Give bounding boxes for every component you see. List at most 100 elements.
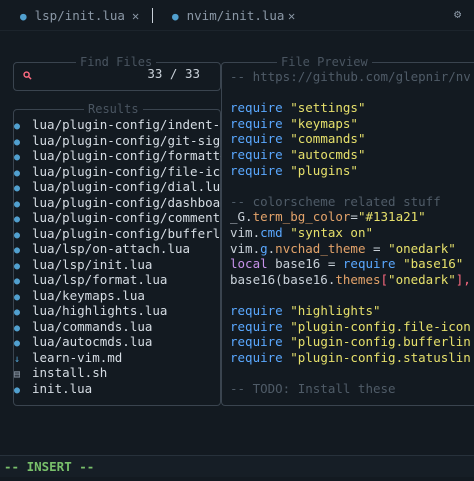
result-item[interactable]: ● init.lua — [14, 381, 222, 397]
code-token: = — [365, 240, 389, 256]
code-token: "plugins" — [290, 162, 358, 178]
file-preview-content: -- https://github.com/glepnir/nvim - req… — [230, 69, 470, 399]
result-label: lua/lsp/init.lua — [32, 256, 153, 272]
code-token: require — [230, 349, 291, 365]
code-token: base16(base16. — [230, 271, 336, 287]
code-token: "base16" — [403, 256, 464, 272]
mode-indicator: -- INSERT -- — [4, 459, 95, 474]
results-title: Results — [84, 102, 143, 116]
lua-icon: ● — [14, 214, 21, 225]
lua-icon: ● — [14, 260, 21, 272]
code-line: require "highlights" — [230, 303, 470, 319]
close-icon[interactable]: ✕ — [132, 0, 139, 32]
result-label: lua/keymaps.lua — [32, 287, 145, 303]
results-list: ● lua/plugin-config/indent-bl ● lua/plugin-… — [14, 117, 222, 402]
code-token: "autocmds" — [290, 146, 366, 162]
code-line: vim.cmd "syntax on" — [230, 225, 470, 241]
code-line: require "commands" — [230, 131, 470, 147]
code-token: "syntax on" — [290, 224, 374, 240]
result-label: lua/plugin-config/comments. — [32, 210, 222, 225]
code-line: require "plugin-config.bufferline" — [230, 334, 470, 350]
tab-lsp-init[interactable]: ● lsp/init.lua ✕ — [20, 0, 142, 30]
result-item[interactable]: ● lua/lsp/on-attach.lua — [14, 241, 222, 257]
result-item[interactable]: ● lua/plugin-config/dial.lua — [14, 179, 222, 195]
result-item[interactable]: ▤ install.sh — [14, 365, 222, 381]
tab-nvim-init[interactable]: ● nvim/init.lua ✕ — [172, 0, 307, 30]
lua-icon: ● — [14, 121, 21, 132]
search-count: 33 / 33 — [147, 66, 200, 81]
code-token: -- colorscheme related stuff — [230, 193, 441, 209]
code-line: require "plugin-config.statusline" — [230, 350, 470, 366]
result-item[interactable]: ● lua/plugin-config/comments. — [14, 210, 222, 226]
code-line: base16(base16.themes["onedark"], true — [230, 272, 470, 288]
result-label: init.lua — [32, 380, 93, 396]
result-item[interactable]: ● lua/plugin-config/dashboard — [14, 195, 222, 211]
code-token: local — [230, 256, 276, 272]
code-token: nvchad_theme — [275, 240, 366, 256]
code-line: -- https://github.com/glepnir/nvim - — [230, 69, 470, 85]
code-line: require "settings" — [230, 100, 470, 116]
lua-icon: ● — [14, 229, 21, 241]
close-icon[interactable]: ✕ — [288, 0, 295, 32]
code-token: require — [342, 256, 404, 272]
tab-label: lsp/init.lua — [34, 8, 125, 23]
code-token: = — [350, 209, 358, 225]
result-item[interactable]: ● lua/lsp/init.lua — [14, 257, 222, 273]
result-label: install.sh — [32, 365, 108, 380]
result-item[interactable]: ● lua/plugin-config/git-signs — [14, 133, 222, 149]
result-label: lua/plugin-config/formatter — [32, 148, 222, 163]
result-label: learn-vim.md — [32, 349, 123, 365]
code-line: _G.term_bg_color="#131a21" — [230, 209, 470, 225]
result-item[interactable]: ● lua/plugin-config/bufferlin — [14, 226, 222, 242]
result-item[interactable]: ● lua/highlights.lua — [14, 303, 222, 319]
code-token: "keymaps" — [290, 115, 358, 131]
result-label: lua/highlights.lua — [32, 303, 168, 318]
result-item[interactable]: ● lua/plugin-config/formatter — [14, 148, 222, 164]
code-line: require "plugin-config.file-icons" — [230, 319, 470, 335]
code-token: base16 = — [275, 256, 343, 272]
lua-icon: ● — [14, 167, 21, 179]
lua-icon: ● — [14, 136, 21, 148]
code-line: require "autocmds" — [230, 147, 470, 163]
markdown-icon: ↓ — [14, 353, 21, 365]
result-item[interactable]: ● lua/commands.lua — [14, 319, 222, 335]
lua-icon: ● — [14, 245, 21, 256]
search-icon — [23, 69, 32, 83]
code-line: local base16 = require "base16" — [230, 256, 470, 272]
code-token: require — [230, 302, 291, 318]
result-item[interactable]: ● lua/lsp/format.lua — [14, 272, 222, 288]
lua-icon: ● — [14, 384, 21, 396]
result-item[interactable]: ↓ learn-vim.md — [14, 350, 222, 366]
result-item[interactable]: ● lua/keymaps.lua — [14, 288, 222, 304]
lua-icon: ● — [14, 291, 21, 303]
code-token: "highlights" — [290, 302, 381, 318]
code-token: vim. — [230, 240, 261, 256]
code-token: term_bg_color — [252, 209, 351, 225]
gear-icon[interactable]: ⚙ — [454, 7, 461, 21]
code-token: "plugin-config.file-icons" — [290, 318, 470, 334]
status-bar: -- INSERT -- — [0, 455, 474, 477]
tab-separator — [152, 8, 153, 23]
code-token: require — [230, 318, 291, 334]
lua-icon: ● — [14, 198, 21, 210]
lua-icon: ● — [14, 152, 21, 163]
result-label: lua/plugin-config/indent-bl — [32, 117, 222, 132]
result-item[interactable]: ● lua/plugin-config/indent-bl — [14, 117, 222, 133]
code-token: "plugin-config.bufferline" — [290, 334, 470, 350]
code-token: require — [230, 146, 291, 162]
code-token: -- TODO: Install these — [230, 380, 396, 396]
lua-icon: ● — [14, 276, 21, 287]
code-token: "onedark" — [388, 240, 456, 256]
result-label: lua/commands.lua — [32, 318, 153, 334]
code-line: -- colorscheme related stuff — [230, 194, 470, 210]
code-line: require "keymaps" — [230, 116, 470, 132]
result-item[interactable]: ● lua/plugin-config/file-icon — [14, 164, 222, 180]
code-token: _G. — [230, 209, 253, 225]
result-item[interactable]: ● lua/autocmds.lua — [14, 334, 222, 350]
code-token: "onedark" — [388, 271, 456, 287]
code-token: cmd — [260, 224, 291, 240]
lua-icon: ● — [14, 183, 21, 194]
